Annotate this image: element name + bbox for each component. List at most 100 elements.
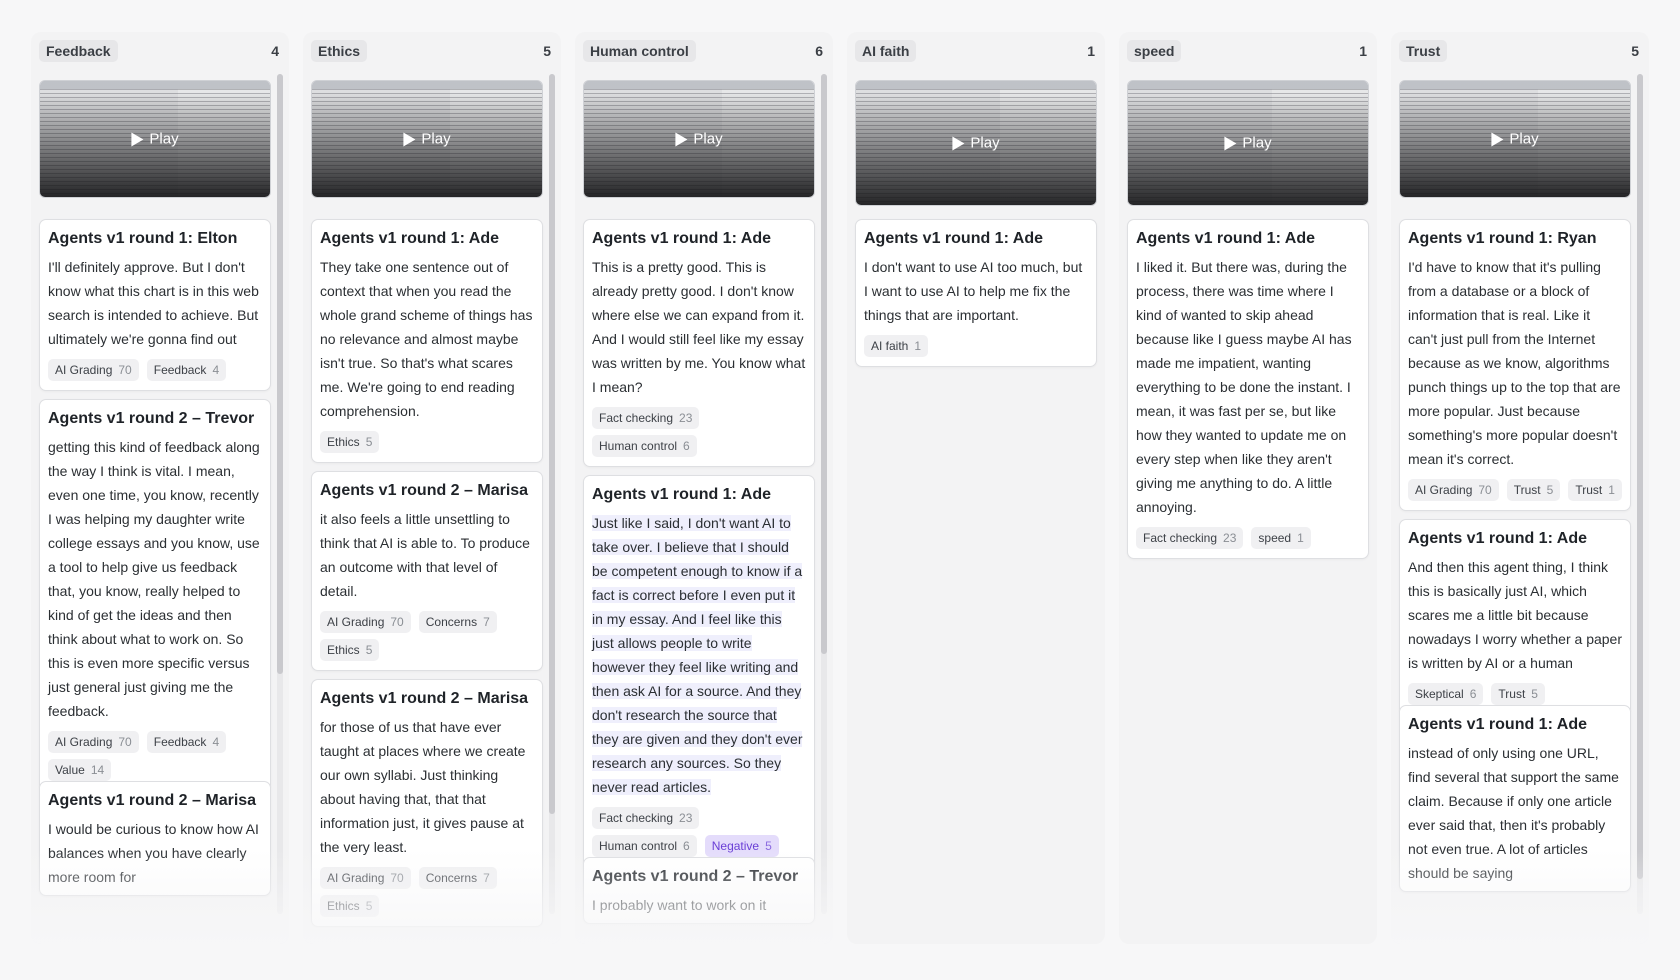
kanban-board: Feedback 4 Play Agents v1 round 1: Elton I'l…: [31, 32, 1649, 944]
quote-card[interactable]: Agents v1 round 1: Ade instead of only us…: [1399, 705, 1631, 892]
tag-chip[interactable]: Trust 5: [1506, 479, 1561, 501]
quote-card[interactable]: Agents v1 round 1: Ade Just like I said, …: [583, 475, 815, 867]
column-title[interactable]: Trust: [1399, 40, 1448, 62]
tag-chip[interactable]: AI Grading 70: [1408, 479, 1499, 501]
play-label: Play: [1509, 130, 1539, 148]
column-title[interactable]: Ethics: [311, 40, 368, 62]
tag-chip[interactable]: Ethics 5: [320, 639, 380, 661]
quote-card[interactable]: Agents v1 round 1: Ade They take one sent…: [311, 219, 543, 463]
tag-chip[interactable]: Concerns 7: [418, 867, 497, 889]
column-scroll-area[interactable]: Play Agents v1 round 1: Ade This is a pret…: [583, 80, 815, 944]
column-1: Ethics 5 Play Agents v1 round 1: Ade They ta…: [303, 32, 561, 944]
tag-chip[interactable]: Feedback 4: [146, 731, 227, 753]
play-label: Play: [1242, 134, 1272, 152]
tag-chip[interactable]: Fact checking 23: [592, 407, 700, 429]
play-icon: [1224, 136, 1237, 150]
column-title[interactable]: Feedback: [39, 40, 118, 62]
quote-card[interactable]: Agents v1 round 2 – Marisa for those of u…: [311, 679, 543, 927]
column-scroll-area[interactable]: Play Agents v1 round 1: Ade I liked it. Bu…: [1127, 80, 1369, 944]
tag-chip[interactable]: Trust 1: [1568, 479, 1622, 501]
tag-chip[interactable]: Fact checking 23: [592, 807, 700, 829]
tag-chip[interactable]: Concerns 7: [418, 611, 497, 633]
column-0: Feedback 4 Play Agents v1 round 1: Elton I'l…: [31, 32, 289, 944]
tag-chip[interactable]: AI Grading 70: [48, 359, 139, 381]
tag-chip[interactable]: Human control 6: [592, 835, 697, 857]
tag-chip[interactable]: Value 14: [48, 759, 112, 781]
play-button[interactable]: Play: [403, 131, 451, 148]
tag-count: 70: [118, 735, 132, 749]
video-thumbnail[interactable]: Play: [1399, 80, 1631, 198]
video-thumbnail[interactable]: Play: [311, 80, 543, 198]
column-scrollbar[interactable]: [277, 74, 283, 914]
tag-count: 7: [483, 615, 490, 629]
quote-card[interactable]: Agents v1 round 1: Ade I don't want to us…: [855, 219, 1097, 367]
column-count: 5: [1631, 43, 1639, 59]
tag-count: 5: [765, 839, 772, 853]
play-button[interactable]: Play: [952, 135, 1000, 152]
tag-chip[interactable]: speed 1: [1251, 527, 1311, 549]
column-title[interactable]: Human control: [583, 40, 696, 62]
quote-card[interactable]: Agents v1 round 2 – Trevor I probably wan…: [583, 857, 815, 924]
play-icon: [403, 132, 416, 146]
tag-chip[interactable]: AI Grading 70: [48, 731, 139, 753]
tag-count: 70: [390, 871, 404, 885]
tag-chip[interactable]: Feedback 4: [146, 359, 227, 381]
quote-card[interactable]: Agents v1 round 2 – Trevor getting this k…: [39, 399, 271, 791]
card-quote-text: instead of only using one URL, find seve…: [1408, 741, 1622, 885]
video-thumbnail[interactable]: Play: [39, 80, 271, 198]
quote-card[interactable]: Agents v1 round 2 – Marisa I would be cur…: [39, 781, 271, 896]
quote-card[interactable]: Agents v1 round 2 – Marisa it also feels …: [311, 471, 543, 671]
quote-span: I'd have to know that it's pulling from …: [1408, 259, 1621, 467]
column-title[interactable]: AI faith: [855, 40, 917, 62]
column-title[interactable]: speed: [1127, 40, 1182, 62]
card-quote-text: They take one sentence out of context th…: [320, 255, 534, 423]
column-count: 6: [815, 43, 823, 59]
scrollbar-thumb[interactable]: [549, 74, 555, 814]
scrollbar-thumb[interactable]: [821, 74, 827, 654]
quote-span: I'll definitely approve. But I don't kno…: [48, 259, 259, 347]
tag-chip[interactable]: AI Grading 70: [320, 611, 411, 633]
tag-label: Feedback: [153, 363, 207, 377]
quote-card[interactable]: Agents v1 round 1: Ade This is a pretty g…: [583, 219, 815, 467]
tag-chip[interactable]: AI Grading 70: [320, 867, 411, 889]
tag-chip[interactable]: Trust 5: [1491, 683, 1545, 705]
tag-label: AI Grading: [327, 871, 385, 885]
tag-chip[interactable]: Ethics 5: [320, 431, 380, 453]
card-title: Agents v1 round 2 – Marisa: [320, 482, 529, 499]
tag-chip[interactable]: Human control 6: [592, 435, 697, 457]
tag-chip[interactable]: Ethics 5: [320, 895, 380, 917]
tag-chip[interactable]: Negative 5: [704, 835, 779, 857]
card-quote-text: I would be curious to know how AI balanc…: [48, 817, 262, 889]
play-button[interactable]: Play: [1491, 130, 1539, 148]
column-scroll-area[interactable]: Play Agents v1 round 1: Ryan I'd have to k…: [1399, 80, 1631, 944]
quote-card[interactable]: Agents v1 round 1: Ade And then this agen…: [1399, 519, 1631, 715]
video-thumbnail[interactable]: Play: [1127, 80, 1369, 206]
play-button[interactable]: Play: [1224, 134, 1272, 152]
scrollbar-thumb[interactable]: [1637, 74, 1643, 879]
column-count: 1: [1087, 43, 1095, 59]
tag-chip[interactable]: AI faith 1: [864, 335, 929, 357]
scrollbar-thumb[interactable]: [277, 74, 283, 674]
tag-label: AI Grading: [55, 363, 113, 377]
column-scrollbar[interactable]: [549, 74, 555, 914]
tag-label: Concerns: [425, 871, 478, 885]
video-thumbnail[interactable]: Play: [583, 80, 815, 198]
column-scrollbar[interactable]: [1637, 74, 1643, 914]
quote-card[interactable]: Agents v1 round 1: Ryan I'd have to know …: [1399, 219, 1631, 511]
video-thumbnail[interactable]: Play: [855, 80, 1097, 206]
tag-chip[interactable]: Skeptical 6: [1408, 683, 1484, 705]
column-scroll-area[interactable]: Play Agents v1 round 1: Elton I'll definit…: [39, 80, 271, 944]
card-title: Agents v1 round 1: Elton: [48, 230, 238, 247]
quote-card[interactable]: Agents v1 round 1: Ade I liked it. But th…: [1127, 219, 1369, 559]
card-quote-text: I probably want to work on it: [592, 893, 806, 917]
column-scrollbar[interactable]: [821, 74, 827, 914]
play-button[interactable]: Play: [131, 131, 179, 148]
quote-card[interactable]: Agents v1 round 1: Elton I'll definitely …: [39, 219, 271, 391]
column-scroll-area[interactable]: Play Agents v1 round 1: Ade I don't want t…: [855, 80, 1097, 944]
tag-chip[interactable]: Fact checking 23: [1136, 527, 1244, 549]
card-title: Agents v1 round 1: Ade: [864, 230, 1043, 247]
column-scroll-area[interactable]: Play Agents v1 round 1: Ade They take one …: [311, 80, 543, 944]
tag-label: Fact checking: [599, 811, 674, 825]
play-button[interactable]: Play: [675, 131, 723, 148]
column-count: 1: [1359, 43, 1367, 59]
